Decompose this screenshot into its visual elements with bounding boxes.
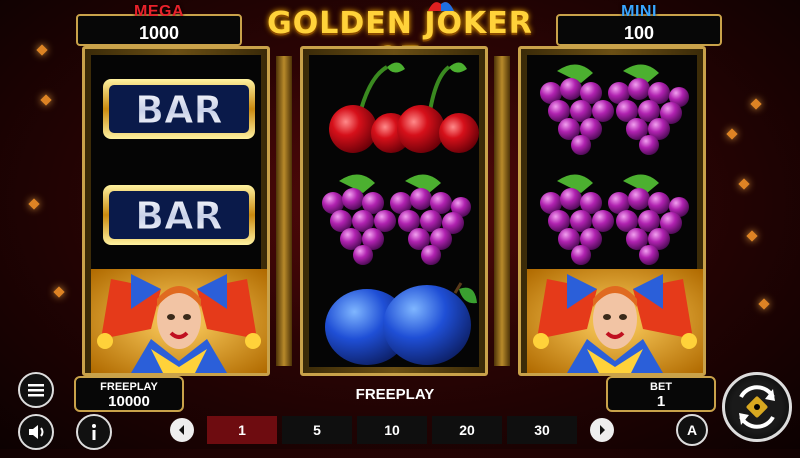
status-text: FREEPLAY xyxy=(355,386,435,403)
mega-jackpot-label: MEGA xyxy=(134,3,184,20)
plums-symbol xyxy=(309,269,485,373)
spin-icon xyxy=(739,385,775,429)
bet-value: 1 xyxy=(656,393,666,410)
freeplay-balance-label: FREEPLAY xyxy=(100,381,158,393)
bet-option[interactable]: 5 xyxy=(282,416,352,444)
info-button[interactable] xyxy=(76,414,112,450)
sparkle-decoration xyxy=(738,178,750,190)
bet-option[interactable]: 30 xyxy=(507,416,577,444)
sparkle-decoration xyxy=(758,298,770,310)
sparkle-decoration xyxy=(40,94,52,106)
bar-symbol: BAR xyxy=(91,163,267,267)
bar-label: BAR xyxy=(135,194,223,238)
cherries-symbol xyxy=(309,57,485,161)
spin-button[interactable] xyxy=(722,372,792,442)
autoplay-icon: A xyxy=(687,422,697,438)
speaker-icon xyxy=(29,425,44,439)
bet-option[interactable]: 1 xyxy=(207,416,277,444)
mega-jackpot: MEGA 1000 xyxy=(76,3,242,46)
mini-jackpot-value: 100 xyxy=(623,23,655,43)
bar-symbol: BAR xyxy=(91,57,267,161)
reel-divider xyxy=(276,56,292,366)
sparkle-decoration xyxy=(746,230,758,242)
menu-button[interactable] xyxy=(18,372,54,408)
bet-prev-button[interactable] xyxy=(170,418,194,442)
grapes-symbol xyxy=(309,163,485,267)
reel-2 xyxy=(300,46,488,376)
bet-option[interactable]: 20 xyxy=(432,416,502,444)
grapes-symbol xyxy=(527,163,703,267)
mini-jackpot-label: MINI xyxy=(621,3,657,20)
autoplay-button[interactable]: A xyxy=(676,414,708,446)
freeplay-balance-value: 10000 xyxy=(108,393,150,410)
info-icon xyxy=(92,424,96,440)
game-logo: GOLDEN JOKER 27 xyxy=(267,6,533,76)
joker-symbol xyxy=(527,269,703,373)
mega-jackpot-value: 1000 xyxy=(138,23,180,43)
reel-1: BAR BAR xyxy=(82,46,270,376)
reel-divider xyxy=(494,56,510,366)
bet-option[interactable]: 10 xyxy=(357,416,427,444)
chevron-left-icon xyxy=(179,425,184,435)
reel-3 xyxy=(518,46,706,376)
mini-jackpot: MINI 100 xyxy=(556,3,722,46)
bet-display: BET 1 xyxy=(606,376,716,412)
grapes-symbol xyxy=(527,57,703,161)
hamburger-icon xyxy=(28,384,44,397)
sparkle-decoration xyxy=(726,128,738,140)
sparkle-decoration xyxy=(28,198,40,210)
sparkle-decoration xyxy=(53,286,65,298)
jester-hat-icon xyxy=(428,2,454,12)
chevron-right-icon xyxy=(600,425,605,435)
sparkle-decoration xyxy=(750,98,762,110)
svg-text:A: A xyxy=(687,422,697,438)
freeplay-balance: FREEPLAY 10000 xyxy=(74,376,184,412)
bet-next-button[interactable] xyxy=(590,418,614,442)
bet-label: BET xyxy=(650,381,672,393)
bar-label: BAR xyxy=(135,88,223,132)
sparkle-decoration xyxy=(36,44,48,56)
sound-button[interactable] xyxy=(18,414,54,450)
joker-symbol xyxy=(91,269,267,373)
